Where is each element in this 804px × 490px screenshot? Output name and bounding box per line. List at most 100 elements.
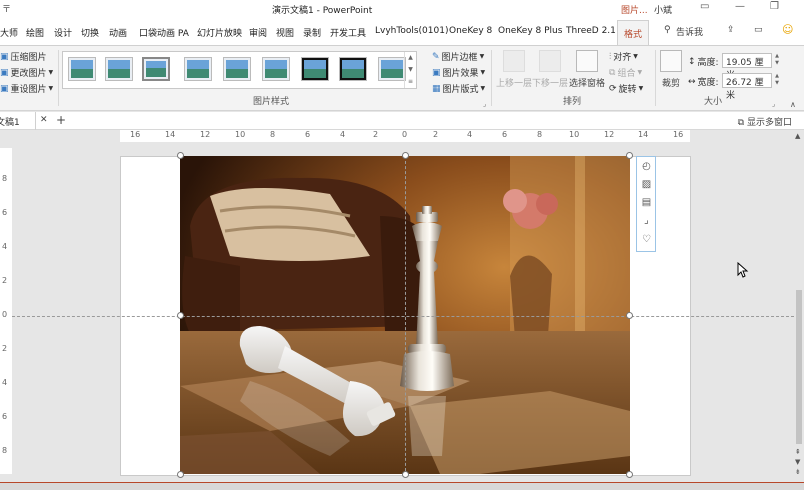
tab-view[interactable]: 视图 — [276, 26, 294, 39]
picture-style-thumb[interactable] — [184, 57, 212, 81]
picture-style-thumb[interactable] — [68, 57, 96, 81]
send-backward-icon — [539, 50, 561, 72]
scroll-down-page-icon[interactable]: ⇟ — [795, 468, 801, 476]
restore-icon[interactable]: ❐ — [770, 1, 779, 12]
scroll-up-page-icon[interactable]: ⇞ — [795, 448, 801, 456]
group-objects-button[interactable]: ⧉ 组合 ▼ — [609, 66, 642, 80]
minimize-icon[interactable]: — — [735, 1, 745, 12]
align-button[interactable]: ⫶ 对齐 ▼ — [609, 50, 638, 64]
gallery-scroll-controls[interactable]: ▲ ▼ ≡ — [404, 52, 416, 88]
reset-picture-button[interactable]: ▣ 重设图片 ▼ — [0, 82, 53, 96]
resize-handle-top-left[interactable] — [177, 152, 184, 159]
change-picture-button[interactable]: ▣ 更改图片 ▼ — [0, 66, 53, 80]
ruler-label: 6 — [2, 412, 8, 421]
tab-draw[interactable]: 绘图 — [26, 26, 44, 39]
picture-style-thumb[interactable] — [223, 57, 251, 81]
tab-transitions[interactable]: 切换 — [81, 26, 99, 39]
picture-style-thumb[interactable] — [142, 57, 170, 81]
tab-onekey8-plus[interactable]: OneKey 8 Plus — [498, 26, 562, 36]
height-icon: ↕ — [688, 56, 696, 67]
vertical-scrollbar[interactable]: ▲ ⇞ ▼ ⇟ — [794, 132, 804, 484]
selection-pane-button[interactable]: 选择窗格 — [568, 50, 606, 89]
picture-icon[interactable]: ▨ — [640, 179, 653, 191]
dialog-launcher-icon[interactable]: ⌟ — [483, 100, 486, 108]
resize-handle-top[interactable] — [402, 152, 409, 159]
crop-icon[interactable]: ⌟ — [640, 215, 653, 227]
powerpoint-window: { "window": { "title": "演示文稿1 - PowerPoi… — [0, 0, 804, 490]
picture-style-thumb[interactable] — [301, 57, 329, 81]
tell-me-search[interactable]: 告诉我 — [676, 25, 703, 38]
picture-style-thumb[interactable] — [262, 57, 290, 81]
tab-master[interactable]: 大师 — [0, 26, 18, 39]
width-field[interactable]: 26.72 厘米 — [722, 73, 772, 101]
crop-button[interactable]: 裁剪 — [659, 50, 683, 89]
height-spinner[interactable]: ▲ ▼ — [773, 53, 781, 68]
height-field[interactable]: 19.05 厘米 — [722, 53, 772, 81]
height-label: ↕ 高度: — [688, 56, 719, 69]
chevron-down-icon: ▼ — [638, 85, 644, 92]
comment-icon[interactable]: ▭ — [754, 25, 763, 35]
scrollbar-thumb[interactable] — [796, 290, 802, 444]
title-bar: 〒 演示文稿1 - PowerPoint 图片... 小斌 ▭ — ❐ — [0, 0, 804, 16]
share-icon[interactable]: ⇪ — [727, 25, 735, 35]
tab-format[interactable]: 格式 — [617, 20, 650, 47]
ruler-label: 0 — [2, 310, 8, 319]
picture-style-thumb[interactable] — [105, 57, 133, 81]
tab-threed[interactable]: ThreeD 2.1 — [566, 26, 616, 36]
tab-onekey8[interactable]: OneKey 8 — [449, 26, 492, 36]
show-multi-window-button[interactable]: ⧉ 显示多窗口 — [738, 115, 792, 128]
tab-design[interactable]: 设计 — [54, 26, 72, 39]
tab-lvyhtools[interactable]: LvyhTools(0101) — [375, 26, 448, 36]
collapse-ribbon-icon[interactable]: ∧ — [790, 100, 796, 109]
tab-review[interactable]: 审阅 — [249, 26, 267, 39]
tab-slideshow[interactable]: 幻灯片放映 — [197, 26, 242, 39]
picture-layout-button[interactable]: ▦ 图片版式 ▼ — [432, 82, 485, 96]
scroll-up-icon[interactable]: ▲ — [795, 132, 800, 140]
tab-animations[interactable]: 动画 — [109, 26, 127, 39]
ribbon-display-options-icon[interactable]: ▭ — [700, 1, 709, 12]
shape-icon[interactable]: ◴ — [640, 161, 653, 173]
mouse-cursor-icon — [737, 262, 749, 278]
ruler-label: 4 — [2, 242, 8, 251]
resize-handle-right[interactable] — [626, 312, 633, 319]
picture-effects-button[interactable]: ▣ 图片效果 ▼ — [432, 66, 485, 80]
picture-style-thumb[interactable] — [339, 57, 367, 81]
smiley-feedback-icon[interactable]: ☺ — [782, 23, 793, 36]
text-wrap-icon[interactable]: ▤ — [640, 197, 653, 209]
bring-forward-icon — [503, 50, 525, 72]
ruler-label: 14 — [165, 130, 176, 139]
bring-forward-button[interactable]: 上移一层 — [496, 50, 532, 89]
crop-icon — [660, 50, 682, 72]
resize-handle-top-right[interactable] — [626, 152, 633, 159]
heart-icon[interactable]: ♡ — [640, 234, 653, 246]
compress-pictures-button[interactable]: ▣ 压缩图片 — [0, 50, 47, 64]
ruler-label: 8 — [537, 130, 543, 139]
new-tab-icon[interactable]: + — [56, 113, 66, 127]
ribbon-format-panel: ▣ 压缩图片 ▣ 更改图片 ▼ ▣ 重设图片 ▼ ▲ ▼ ≡ ✎ 图片边框 ▼ … — [0, 45, 804, 111]
width-spinner[interactable]: ▲ ▼ — [773, 73, 781, 88]
tab-pocket-animation[interactable]: 口袋动画 PA — [139, 26, 189, 39]
tab-developer[interactable]: 开发工具 — [330, 26, 366, 39]
tab-record[interactable]: 录制 — [303, 26, 321, 39]
resize-handle-bottom[interactable] — [402, 471, 409, 478]
resize-handle-bottom-left[interactable] — [177, 471, 184, 478]
group-label-picture-styles: 图片样式 — [253, 97, 290, 107]
document-tab[interactable]: 文稿1 — [0, 112, 36, 130]
dialog-launcher-icon[interactable]: ⌟ — [772, 100, 775, 108]
picture-style-thumb[interactable] — [378, 57, 406, 81]
close-tab-icon[interactable]: ✕ — [40, 115, 48, 125]
ruler-label: 8 — [270, 130, 276, 139]
quick-access-customize-icon[interactable]: 〒 — [2, 2, 11, 15]
scroll-down-icon[interactable]: ▼ — [795, 458, 800, 466]
user-name[interactable]: 小斌 — [654, 3, 672, 16]
ruler-label: 2 — [433, 130, 439, 139]
group-separator — [58, 50, 59, 106]
rotate-button[interactable]: ⟳ 旋转 ▼ — [609, 82, 644, 96]
resize-handle-left[interactable] — [177, 312, 184, 319]
horizontal-center-guide — [12, 316, 794, 317]
picture-border-button[interactable]: ✎ 图片边框 ▼ — [432, 50, 484, 64]
group-separator — [491, 50, 492, 106]
send-backward-button[interactable]: 下移一层 — [532, 50, 568, 89]
resize-handle-bottom-right[interactable] — [626, 471, 633, 478]
picture-styles-gallery[interactable]: ▲ ▼ ≡ — [62, 51, 417, 89]
